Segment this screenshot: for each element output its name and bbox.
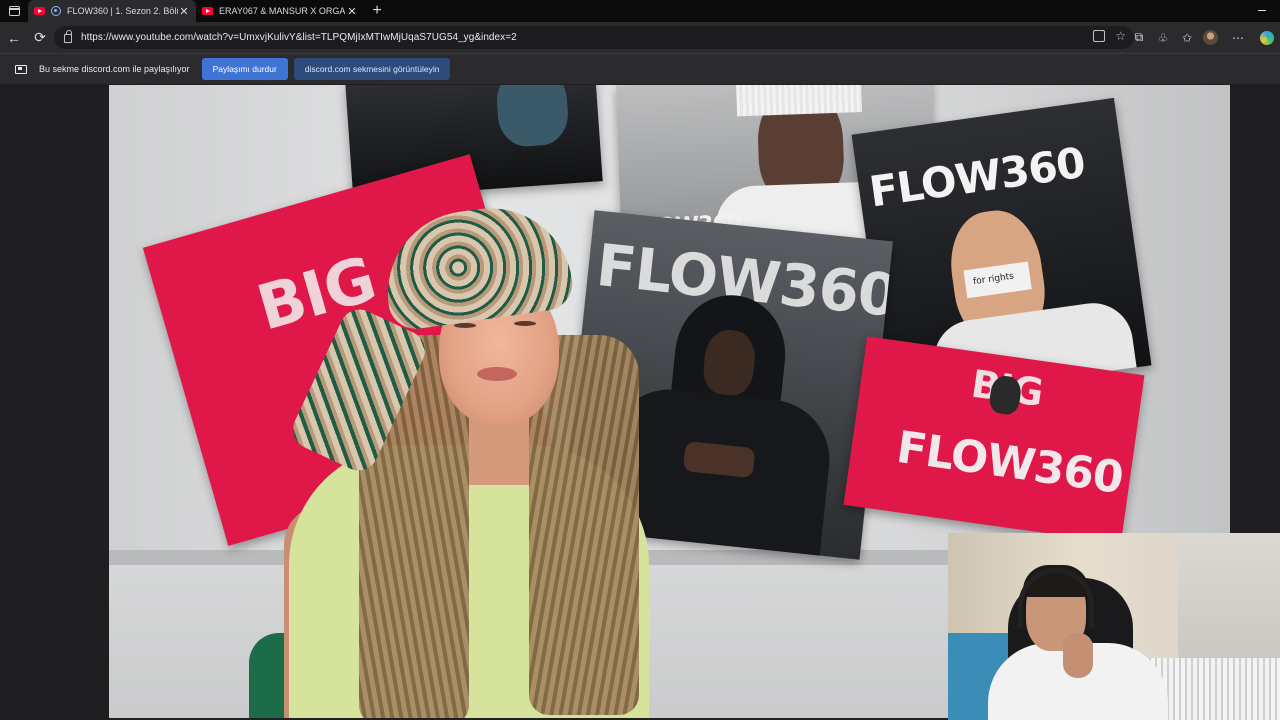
tab-eray067[interactable]: ERAY067 & MANSUR X ORGANIZ ✕ — [196, 0, 364, 22]
star-icon[interactable]: ☆ — [1115, 30, 1126, 42]
address-bar[interactable]: https://www.youtube.com/watch?v=UmxvjKul… — [54, 26, 1134, 49]
page-content: BIG FLOW360 FLOW360 for rights FLOW360 — [0, 84, 1280, 720]
edge-copilot-icon[interactable] — [1260, 30, 1274, 45]
sharing-message: Bu sekme discord.com ile paylaşılıyor — [39, 64, 190, 74]
profile-avatar[interactable] — [1203, 30, 1218, 45]
reload-icon[interactable]: ⟳ — [27, 25, 53, 51]
subject-eye — [454, 323, 476, 328]
webcam-overlay — [948, 533, 1280, 720]
youtube-icon — [202, 7, 213, 15]
sharing-infobar: Bu sekme discord.com ile paylaşılıyor Pa… — [0, 53, 1280, 84]
minimize-button[interactable] — [1258, 10, 1266, 11]
app-available-icon[interactable] — [1093, 30, 1106, 42]
tab-actions-button[interactable] — [0, 0, 28, 22]
tab-actions-icon — [8, 6, 20, 16]
url-text[interactable]: https://www.youtube.com/watch?v=UmxvjKul… — [81, 32, 517, 43]
tab-strip: FLOW360 | 1. Sezon 2. Bölüm ✕ ERAY067 & … — [0, 0, 1280, 22]
cam-window — [1178, 533, 1280, 663]
extensions-icon[interactable]: ⧉ — [1131, 30, 1147, 46]
subject-neck — [469, 415, 529, 485]
cam-hand — [1063, 633, 1093, 678]
close-icon[interactable]: ✕ — [178, 5, 190, 18]
tab-flow360[interactable]: FLOW360 | 1. Sezon 2. Bölüm ✕ — [28, 0, 196, 22]
tab-title: FLOW360 | 1. Sezon 2. Bölüm — [67, 6, 178, 16]
tape-text: for rights — [972, 271, 1015, 288]
favorites-icon[interactable]: ✩ — [1179, 30, 1195, 46]
back-icon[interactable]: ← — [1, 25, 27, 51]
toolbar: ← ⟳ https://www.youtube.com/watch?v=Umxv… — [0, 22, 1280, 53]
subject-eye — [514, 321, 536, 326]
more-icon[interactable]: ⋯ — [1230, 30, 1246, 46]
plus-icon[interactable]: + — [364, 0, 390, 22]
poster-text: FLOW360 — [893, 421, 1126, 504]
share-indicator-icon — [51, 6, 61, 16]
youtube-icon — [34, 7, 45, 15]
performance-icon[interactable]: ♧ — [1155, 30, 1171, 46]
view-discord-tab-button[interactable]: discord.com sekmesini görüntüleyin — [293, 58, 451, 80]
subject-lips — [477, 367, 517, 381]
screen-share-icon — [15, 64, 27, 74]
tab-title: ERAY067 & MANSUR X ORGANIZ — [219, 6, 346, 16]
stop-sharing-button[interactable]: Paylaşımı durdur — [201, 58, 288, 80]
close-icon[interactable]: ✕ — [346, 5, 358, 18]
lock-icon[interactable] — [64, 30, 72, 43]
poster-text: FLOW360 — [866, 137, 1088, 217]
